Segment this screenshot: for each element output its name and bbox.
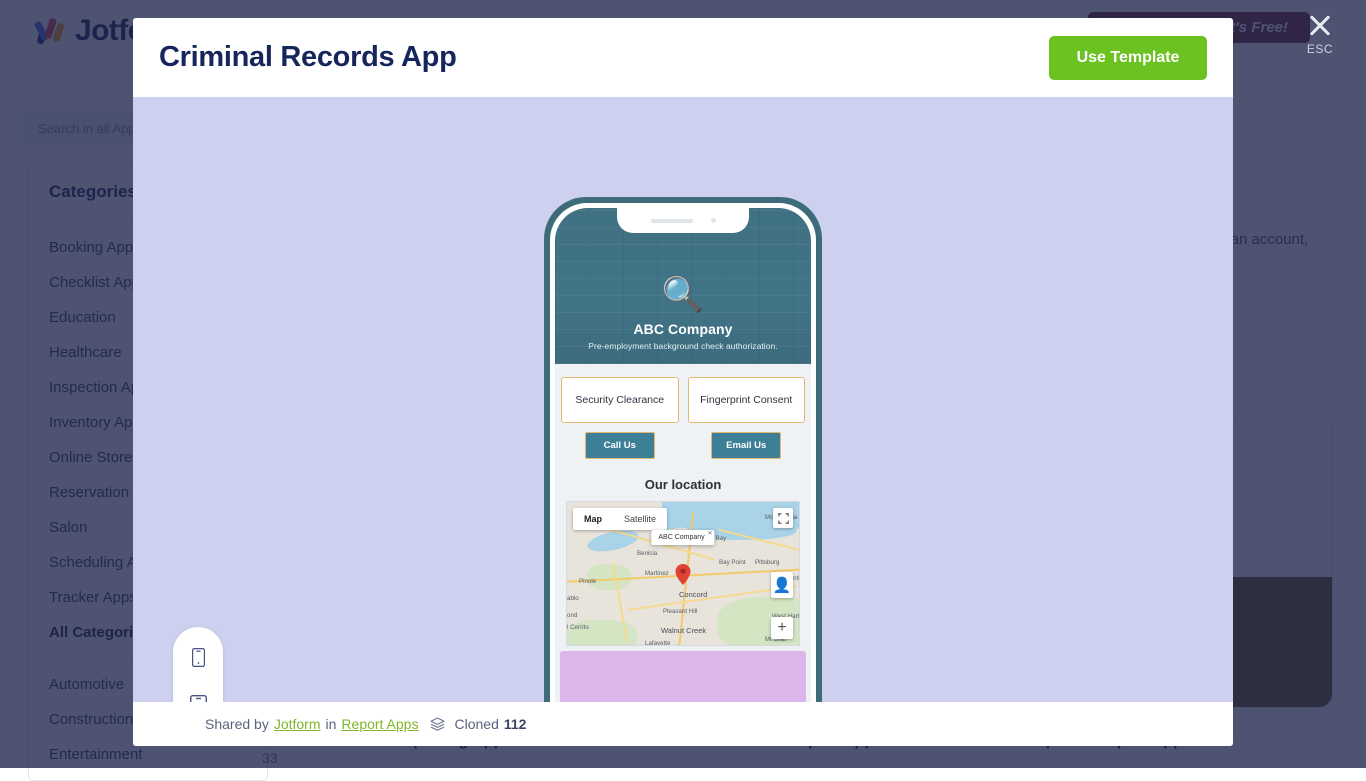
speaker-icon: [651, 219, 693, 223]
map-type-tabs: Map Satellite: [573, 508, 667, 530]
close-button[interactable]: ESC: [1298, 12, 1342, 56]
map-label-ablo: ablo: [567, 595, 579, 602]
phone-mockup: 🔍 ABC Company Pre-employment background …: [544, 197, 822, 702]
map-label-concord: Concord: [679, 590, 707, 599]
layers-icon: [430, 717, 445, 731]
tile-security-clearance[interactable]: Security Clearance: [561, 377, 679, 423]
app-title: ABC Company: [633, 321, 732, 337]
map-zoom-in-button[interactable]: +: [771, 617, 793, 639]
phone-small-icon: [192, 648, 205, 667]
map-label-walnut-creek: Walnut Creek: [661, 626, 706, 635]
map-label-pleasant-hill: Pleasant Hill: [663, 608, 697, 615]
modal-header: Criminal Records App Use Template: [133, 18, 1233, 97]
infowindow-label: ABC Company: [658, 534, 704, 541]
template-preview-modal: Criminal Records App Use Template: [133, 18, 1233, 746]
location-map[interactable]: Map Satellite 👤 + ✕: [566, 501, 800, 646]
app-body: Security Clearance Fingerprint Consent C…: [555, 364, 811, 646]
map-label-benicia: Benicia: [637, 550, 657, 557]
cta-cell-email: Email Us: [688, 432, 806, 459]
map-label-bay-point: Bay Point: [719, 559, 745, 566]
cta-buttons: Call Us Email Us: [561, 432, 805, 459]
map-label-el-cerrito: l Cerrito: [567, 624, 589, 631]
phone-screen: 🔍 ABC Company Pre-employment background …: [555, 208, 811, 702]
map-label-martinez: Martinez: [645, 570, 669, 577]
cloned-count: 112: [504, 716, 527, 732]
cloned-label: Cloned: [454, 716, 498, 732]
device-switcher: [173, 627, 223, 702]
shared-by-label: Shared by: [205, 716, 269, 732]
close-esc-label: ESC: [1298, 42, 1342, 56]
call-us-button[interactable]: Call Us: [585, 432, 655, 459]
cta-cell-call: Call Us: [561, 432, 679, 459]
phone-large-icon: [190, 695, 207, 703]
street-view-pegman-icon[interactable]: 👤: [771, 572, 793, 598]
map-tab-map[interactable]: Map: [573, 508, 613, 530]
map-label-pittsburg: Pittsburg: [755, 559, 779, 566]
fullscreen-icon[interactable]: [773, 508, 793, 528]
modal-body: 🔍 ABC Company Pre-employment background …: [133, 97, 1233, 702]
map-infowindow[interactable]: ✕ ABC Company: [651, 530, 714, 545]
device-option-mobile-large[interactable]: [183, 692, 213, 702]
phone-notch: [617, 208, 749, 233]
infowindow-close-icon[interactable]: ✕: [708, 530, 713, 537]
magnifying-glass-icon: 🔍: [662, 278, 704, 312]
camera-icon: [711, 218, 716, 223]
map-tab-satellite[interactable]: Satellite: [613, 508, 667, 530]
app-footer-block: [560, 651, 806, 702]
category-link[interactable]: Report Apps: [341, 716, 418, 732]
app-subtitle: Pre-employment background check authoriz…: [588, 341, 777, 351]
tile-fingerprint-consent[interactable]: Fingerprint Consent: [688, 377, 806, 423]
form-tiles: Security Clearance Fingerprint Consent: [561, 377, 805, 423]
modal-footer: Shared by Jotform in Report Apps Cloned …: [133, 702, 1233, 746]
map-marker-pin-icon[interactable]: [676, 564, 691, 590]
page-title: Criminal Records App: [159, 41, 456, 74]
map-label-pinole: Pinole: [579, 578, 596, 585]
map-label-ond: ond: [567, 612, 577, 619]
in-label: in: [326, 716, 337, 732]
location-heading: Our location: [561, 477, 805, 492]
device-option-mobile-small[interactable]: [183, 642, 213, 672]
map-label-lafayette: Lafayette: [645, 640, 670, 646]
author-link[interactable]: Jotform: [274, 716, 321, 732]
use-template-button[interactable]: Use Template: [1049, 36, 1207, 80]
close-icon: [1307, 12, 1333, 38]
phone-bezel: 🔍 ABC Company Pre-employment background …: [550, 203, 816, 702]
email-us-button[interactable]: Email Us: [711, 432, 781, 459]
